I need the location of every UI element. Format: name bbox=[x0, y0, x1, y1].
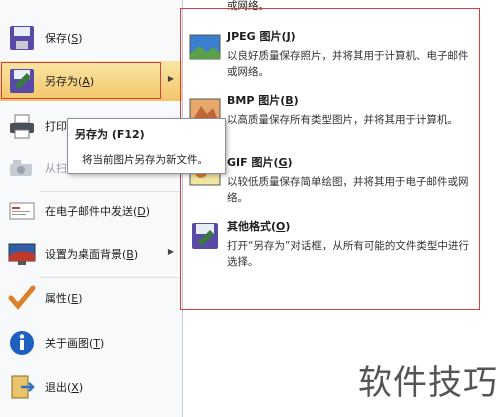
menu-item-email[interactable]: 在电子邮件中发送(D) bbox=[0, 191, 182, 231]
email-icon bbox=[9, 202, 35, 220]
menu-item-save[interactable]: 保存(S) bbox=[0, 18, 182, 58]
menu-item-set-desktop-label: 设置为桌面背景 bbox=[45, 248, 122, 261]
submenu-arrow-icon: ▶ bbox=[167, 74, 174, 83]
watermark-text: 软件技巧 bbox=[358, 363, 498, 403]
checkmark-icon bbox=[8, 285, 36, 310]
menu-item-exit[interactable]: 退出(X) bbox=[0, 367, 182, 407]
watermark: 软件技巧 bbox=[350, 333, 500, 417]
menu-item-about-label: 关于画图 bbox=[45, 337, 89, 350]
tooltip-description: 将当前图片另存为新文件。 bbox=[82, 154, 208, 166]
submenu-arrow-icon: ▶ bbox=[167, 247, 174, 256]
exit-icon bbox=[11, 375, 35, 399]
tooltip: 另存为 (F12) 将当前图片另存为新文件。 bbox=[67, 118, 226, 174]
printer-icon bbox=[10, 114, 34, 139]
menu-item-about[interactable]: 关于画图(T) bbox=[0, 323, 182, 363]
menu-item-properties[interactable]: 属性(E) bbox=[0, 278, 182, 318]
menu-item-email-label: 在电子邮件中发送 bbox=[45, 205, 133, 218]
scanner-camera-icon bbox=[10, 160, 32, 176]
menu-item-set-desktop[interactable]: 设置为桌面背景(B) ▶ bbox=[0, 234, 182, 274]
menu-item-exit-label: 退出 bbox=[45, 381, 67, 394]
desktop-background-icon bbox=[8, 243, 36, 265]
menu-item-properties-label: 属性 bbox=[45, 292, 67, 305]
menu-item-from-scanner-label: 从扫 bbox=[45, 162, 67, 175]
annotation-box-save-as bbox=[1, 62, 161, 99]
save-floppy-icon bbox=[10, 26, 34, 50]
menu-item-save-label: 保存 bbox=[45, 32, 67, 45]
tooltip-title: 另存为 (F12) bbox=[75, 128, 145, 141]
menu-item-print-label: 打印 bbox=[45, 120, 67, 133]
info-icon bbox=[10, 331, 34, 355]
